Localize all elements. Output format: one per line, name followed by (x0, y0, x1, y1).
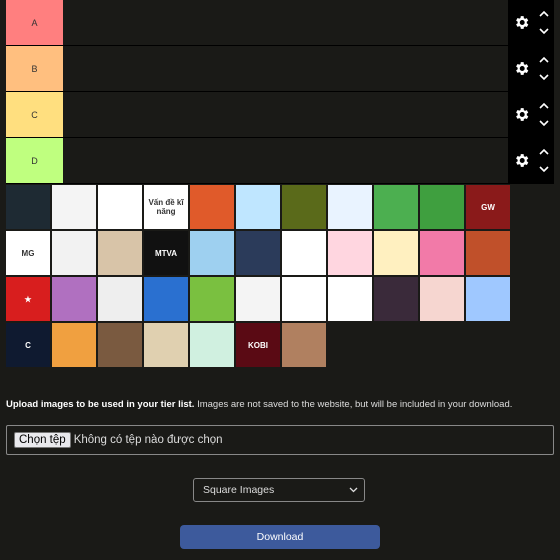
image-mode-select[interactable]: Square Images (193, 478, 365, 502)
pool-image-mustache-photo[interactable] (282, 323, 326, 367)
pool-image-van-de-ki-nang[interactable]: Vấn đề kĩ năng (144, 185, 188, 229)
tier-row: A (6, 0, 554, 46)
pool-image-kobi-logo[interactable]: KOBI (236, 323, 280, 367)
tier-controls (508, 138, 554, 183)
pool-image-pink-cats[interactable] (420, 231, 464, 275)
pool-image-cat-sticker[interactable] (190, 277, 234, 321)
tier-row: D (6, 138, 554, 184)
pool-image-caption: ★ (24, 294, 32, 304)
pool-image-caption: Vấn đề kĩ năng (148, 198, 184, 216)
upload-note-bold: Upload images to be used in your tier li… (6, 399, 195, 410)
tier-row: C (6, 92, 554, 138)
chevron-up-icon[interactable] (538, 54, 550, 66)
pool-image-white-cat-red[interactable] (190, 185, 234, 229)
tier-move-arrows (538, 138, 550, 183)
pool-image-photo-person[interactable] (98, 323, 142, 367)
pool-image-red-hair-girl[interactable] (328, 231, 372, 275)
pool-image-pixel-landscape[interactable] (466, 231, 510, 275)
pool-image-gw-logo[interactable]: GW (466, 185, 510, 229)
pool-image-dark-warrior[interactable] (6, 185, 50, 229)
choose-file-button[interactable]: Chọn tệp (14, 432, 71, 448)
pool-image-cat-box[interactable] (98, 185, 142, 229)
pool-image-anime-sketch[interactable] (52, 231, 96, 275)
pool-image-cat-pattern[interactable] (374, 231, 418, 275)
pool-image-yellow-dog[interactable] (282, 185, 326, 229)
image-mode-selected: Square Images (203, 484, 275, 496)
no-file-text: Không có tệp nào được chọn (73, 434, 223, 446)
gear-icon[interactable] (512, 152, 530, 170)
chevron-up-icon[interactable] (538, 8, 550, 20)
pool-image-chibi-sketch[interactable] (98, 277, 142, 321)
file-upload-field[interactable]: Chọn tệp Không có tệp nào được chọn (6, 425, 554, 455)
pool-image-anime-boy[interactable] (190, 231, 234, 275)
gear-icon[interactable] (512, 14, 530, 32)
tier-drop-zone[interactable] (63, 0, 508, 45)
upload-note: Upload images to be used in your tier li… (6, 399, 556, 410)
pool-image-pink-hair-girl[interactable] (420, 277, 464, 321)
pool-image-pixel-cat[interactable] (282, 231, 326, 275)
pool-image-caption: MTVA (154, 248, 178, 258)
pool-image-cat-cloud[interactable] (328, 185, 372, 229)
pool-image-blue-swirl[interactable] (236, 185, 280, 229)
gear-icon[interactable] (512, 106, 530, 124)
pool-image-anime-girl-dark[interactable] (236, 231, 280, 275)
pool-image-c-logo[interactable]: C (6, 323, 50, 367)
pool-image-dark-girl[interactable] (374, 277, 418, 321)
tier-move-arrows (538, 92, 550, 137)
pool-image-purple-cat-green[interactable] (374, 185, 418, 229)
pool-image-anime-girls[interactable] (98, 231, 142, 275)
tier-move-arrows (538, 0, 550, 45)
pool-image-caption: KOBI (248, 340, 268, 350)
chevron-down-icon[interactable] (538, 164, 550, 176)
download-button[interactable]: Download (180, 525, 380, 549)
tier-label[interactable]: B (6, 46, 63, 91)
tier-controls (508, 46, 554, 91)
chevron-down-icon[interactable] (538, 26, 550, 38)
tier-controls (508, 92, 554, 137)
pool-image-blue-hair-boy[interactable] (144, 277, 188, 321)
pool-image-star-flag[interactable]: ★ (6, 277, 50, 321)
tier-drop-zone[interactable] (63, 92, 508, 137)
pool-image-caption: C (25, 340, 31, 350)
chevron-down-icon[interactable] (538, 72, 550, 84)
pool-image-mtva-gaming[interactable]: MTVA (144, 231, 188, 275)
tier-label[interactable]: D (6, 138, 63, 183)
pool-image-mg-logo[interactable]: MG (6, 231, 50, 275)
tier-label[interactable]: A (6, 0, 63, 45)
image-pool: Vấn đề kĩ năng GW MG MTVA ★ C KOBI (6, 185, 512, 369)
pool-image-rainbow-frog[interactable] (420, 185, 464, 229)
tier-controls (508, 0, 554, 45)
gear-icon[interactable] (512, 60, 530, 78)
pool-image-red-hair-sketch[interactable] (282, 277, 326, 321)
chevron-up-icon[interactable] (538, 146, 550, 158)
pool-image-caption: MG (21, 248, 35, 258)
chevron-down-icon (349, 484, 358, 496)
upload-note-rest: Images are not saved to the website, but… (194, 399, 513, 410)
pool-image-witch-sketch[interactable] (236, 277, 280, 321)
chevron-up-icon[interactable] (538, 100, 550, 112)
pool-image-purple-girl[interactable] (52, 277, 96, 321)
tier-move-arrows (538, 46, 550, 91)
tier-row: B (6, 46, 554, 92)
tier-list: ABCD (6, 0, 554, 184)
chevron-down-icon[interactable] (538, 118, 550, 130)
pool-image-bw-chibi[interactable] (328, 277, 372, 321)
pool-image-cat-night[interactable] (466, 277, 510, 321)
pool-image-cartoon-drawing[interactable] (52, 185, 96, 229)
pool-image-orange-monster[interactable] (52, 323, 96, 367)
tier-drop-zone[interactable] (63, 138, 508, 183)
tier-drop-zone[interactable] (63, 46, 508, 91)
tier-label[interactable]: C (6, 92, 63, 137)
pool-image-caption: GW (481, 202, 495, 212)
pool-image-green-hair-girl[interactable] (190, 323, 234, 367)
pool-image-twin-chibi[interactable] (144, 323, 188, 367)
